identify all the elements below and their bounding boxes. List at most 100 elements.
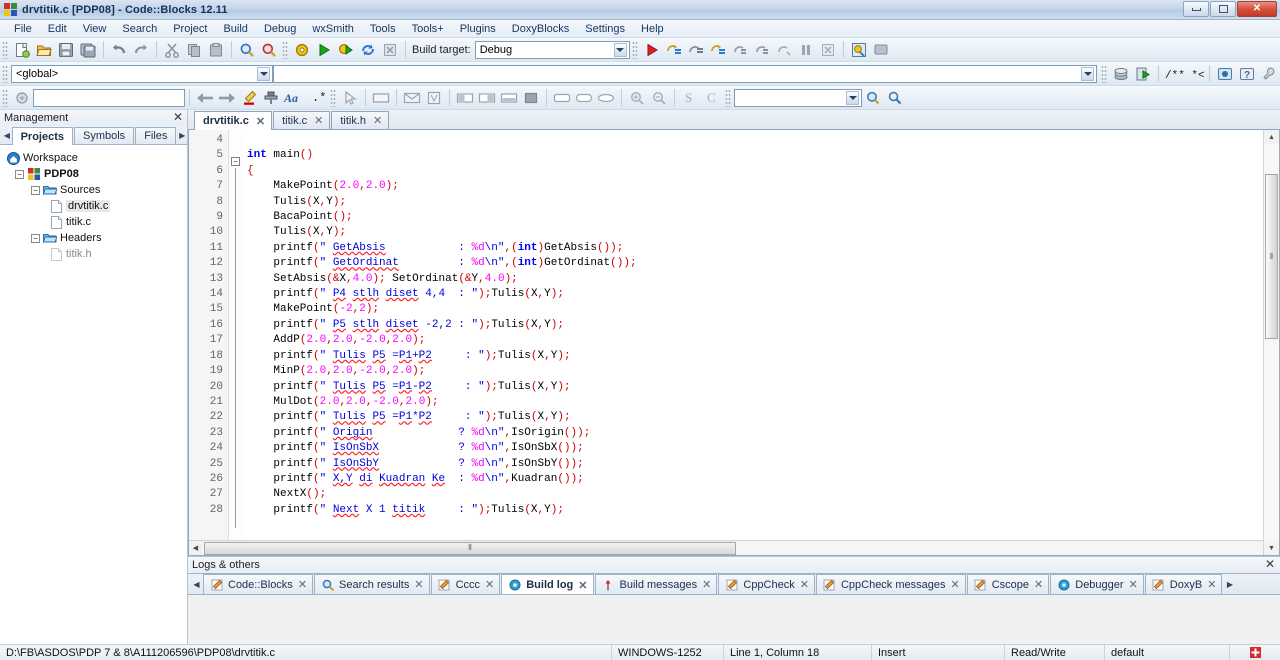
scroll-down-icon[interactable]: ▼ bbox=[1264, 541, 1279, 555]
toolbar-grip[interactable] bbox=[2, 88, 8, 107]
symbol-find-icon[interactable] bbox=[863, 88, 883, 108]
abort-build-icon[interactable] bbox=[380, 40, 400, 60]
tabs-scroll-left-icon[interactable]: ◀ bbox=[2, 127, 12, 144]
log-tab-cscope[interactable]: Cscope ✕ bbox=[966, 574, 1050, 594]
minimize-button[interactable] bbox=[1183, 1, 1209, 17]
layout-right-icon[interactable] bbox=[477, 88, 497, 108]
shape-round-icon[interactable] bbox=[574, 88, 594, 108]
shape-oval-icon[interactable] bbox=[596, 88, 616, 108]
debug-abort-icon[interactable] bbox=[818, 40, 838, 60]
log-tab-cccc[interactable]: Cccc ✕ bbox=[430, 574, 501, 594]
menu-project[interactable]: Project bbox=[165, 22, 215, 36]
layout-bottom-icon[interactable] bbox=[499, 88, 519, 108]
log-tab-doxyb[interactable]: DoxyB ✕ bbox=[1144, 574, 1223, 594]
menu-view[interactable]: View bbox=[75, 22, 115, 36]
tree-item-pdp08[interactable]: − PDP08 bbox=[3, 166, 187, 182]
copy-icon[interactable] bbox=[184, 40, 204, 60]
close-icon[interactable]: ✕ bbox=[800, 578, 809, 591]
debug-step-into-icon[interactable] bbox=[708, 40, 728, 60]
toolbar-grip[interactable] bbox=[282, 40, 288, 59]
logs-close-icon[interactable]: ✕ bbox=[1265, 557, 1275, 572]
wxsmith-panel-icon[interactable] bbox=[371, 88, 391, 108]
zoom-in-icon[interactable] bbox=[627, 88, 647, 108]
build-icon[interactable] bbox=[292, 40, 312, 60]
log-tab-cppcheck[interactable]: CppCheck ✕ bbox=[718, 574, 815, 594]
close-icon[interactable]: ✕ bbox=[1129, 578, 1138, 591]
layout-fill-icon[interactable] bbox=[521, 88, 541, 108]
editor-tab-titik-h[interactable]: titik.h ✕ bbox=[331, 111, 390, 129]
doxyblocks-run-icon[interactable] bbox=[1111, 64, 1131, 84]
log-tab-search-results[interactable]: Search results ✕ bbox=[314, 574, 430, 594]
wxsmith-dialog-icon[interactable] bbox=[402, 88, 422, 108]
collapse-icon[interactable]: − bbox=[15, 169, 24, 179]
maximize-button[interactable] bbox=[1210, 1, 1236, 17]
fold-margin[interactable]: − bbox=[229, 130, 243, 540]
select-c-icon[interactable]: C bbox=[702, 88, 722, 108]
shape-rect-icon[interactable] bbox=[552, 88, 572, 108]
log-tab-cppcheck-messages[interactable]: CppCheck messages ✕ bbox=[815, 574, 966, 594]
debug-next-line-icon[interactable] bbox=[686, 40, 706, 60]
editor-tab-drvtitik-c[interactable]: drvtitik.c ✕ bbox=[194, 111, 273, 130]
menu-tools-[interactable]: Tools+ bbox=[404, 22, 452, 36]
font-size-icon[interactable]: Aa bbox=[283, 88, 305, 108]
vertical-scrollbar[interactable]: ▲ ⦀ ▼ bbox=[1263, 130, 1279, 555]
toolbar-grip[interactable] bbox=[2, 40, 8, 59]
log-tabs-scroll-left-icon[interactable]: ◀ bbox=[190, 574, 203, 594]
cut-icon[interactable] bbox=[162, 40, 182, 60]
vscroll-thumb[interactable]: ⦀ bbox=[1265, 174, 1278, 339]
menu-doxyblocks[interactable]: DoxyBlocks bbox=[504, 22, 577, 36]
log-tab-build-log[interactable]: Build log ✕ bbox=[501, 574, 594, 594]
menu-file[interactable]: File bbox=[6, 22, 40, 36]
menu-debug[interactable]: Debug bbox=[256, 22, 304, 36]
tab-files[interactable]: Files bbox=[135, 127, 177, 144]
debug-stop-icon[interactable] bbox=[774, 40, 794, 60]
build-target-combo[interactable]: Debug bbox=[474, 40, 630, 59]
function-combo[interactable] bbox=[273, 64, 1097, 83]
chevron-down-icon[interactable] bbox=[846, 90, 859, 105]
tree-item-headers[interactable]: − Headers bbox=[3, 230, 187, 246]
close-icon[interactable]: ✕ bbox=[951, 578, 960, 591]
debug-step-out-icon[interactable] bbox=[730, 40, 750, 60]
build-and-run-icon[interactable] bbox=[336, 40, 356, 60]
close-icon[interactable]: ✕ bbox=[1034, 578, 1043, 591]
wildcard-icon[interactable]: .* bbox=[307, 88, 327, 108]
chevron-down-icon[interactable] bbox=[1081, 66, 1094, 81]
doxyblocks-wrench-icon[interactable] bbox=[1259, 64, 1279, 84]
back-arrow-icon[interactable] bbox=[195, 88, 215, 108]
debug-step-over-icon[interactable] bbox=[752, 40, 772, 60]
tab-symbols[interactable]: Symbols bbox=[74, 127, 135, 144]
menu-wxsmith[interactable]: wxSmith bbox=[304, 22, 362, 36]
close-icon[interactable]: ✕ bbox=[1207, 578, 1216, 591]
fold-collapse-icon[interactable]: − bbox=[231, 157, 240, 166]
debug-pause-icon[interactable] bbox=[796, 40, 816, 60]
run-icon[interactable] bbox=[314, 40, 334, 60]
save-all-icon[interactable] bbox=[78, 40, 98, 60]
undo-icon[interactable] bbox=[109, 40, 129, 60]
debug-continue-icon[interactable] bbox=[642, 40, 662, 60]
open-file-icon[interactable] bbox=[34, 40, 54, 60]
close-icon[interactable]: ✕ bbox=[256, 115, 265, 128]
tabs-scroll-right-icon[interactable]: ▶ bbox=[177, 127, 187, 144]
editor-tab-titik-c[interactable]: titik.c ✕ bbox=[273, 111, 331, 129]
horizontal-scrollbar[interactable]: ◀ ⦀ bbox=[189, 540, 1263, 555]
doxyblocks-comment-icon[interactable]: /** *< bbox=[1164, 64, 1204, 84]
tree-item-workspace[interactable]: Workspace bbox=[3, 150, 187, 166]
new-file-icon[interactable] bbox=[12, 40, 32, 60]
doxyblocks-help-icon[interactable]: ? bbox=[1237, 64, 1257, 84]
menu-tools[interactable]: Tools bbox=[362, 22, 404, 36]
menu-edit[interactable]: Edit bbox=[40, 22, 75, 36]
collapse-icon[interactable]: − bbox=[31, 185, 40, 195]
various-info-icon[interactable] bbox=[871, 40, 891, 60]
chevron-down-icon[interactable] bbox=[257, 66, 270, 81]
forward-arrow-icon[interactable] bbox=[217, 88, 237, 108]
menu-build[interactable]: Build bbox=[215, 22, 255, 36]
menu-search[interactable]: Search bbox=[114, 22, 165, 36]
log-tab-code-blocks[interactable]: Code::Blocks ✕ bbox=[203, 574, 314, 594]
find-icon[interactable] bbox=[237, 40, 257, 60]
hscroll-track[interactable]: ⦀ bbox=[202, 541, 1263, 555]
replace-icon[interactable] bbox=[259, 40, 279, 60]
menu-plugins[interactable]: Plugins bbox=[452, 22, 504, 36]
doxyblocks-extract-icon[interactable] bbox=[1133, 64, 1153, 84]
menu-help[interactable]: Help bbox=[633, 22, 672, 36]
highlight-icon[interactable] bbox=[239, 88, 259, 108]
